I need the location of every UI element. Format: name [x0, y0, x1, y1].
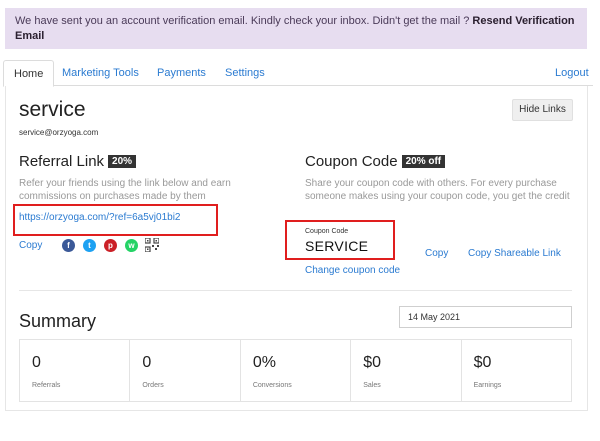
coupon-section-title: Coupon Code 20% off [305, 153, 446, 170]
stat-label: Sales [363, 382, 381, 389]
logout-link[interactable]: Logout [555, 60, 589, 87]
coupon-code-value: SERVICE [305, 238, 369, 254]
whatsapp-icon[interactable]: w [125, 239, 138, 252]
stat-value: 0 [32, 354, 41, 371]
referral-section-title: Referral Link 20% [19, 153, 137, 170]
pinterest-icon[interactable]: p [104, 239, 117, 252]
coupon-code-label: Coupon Code [305, 228, 349, 235]
twitter-icon[interactable]: t [83, 239, 96, 252]
referral-badge: 20% [108, 155, 137, 168]
tab-bar: Home Marketing Tools Payments Settings L… [3, 60, 593, 87]
coupon-description: Share your coupon code with others. For … [305, 178, 570, 202]
section-divider [19, 290, 572, 291]
stat-conversions: 0% Conversions [241, 340, 352, 401]
stat-earnings: $0 Earnings [462, 340, 571, 401]
coupon-title: Coupon Code [305, 153, 398, 170]
tab-marketing-tools[interactable]: Marketing Tools [62, 60, 139, 87]
change-coupon-code-link[interactable]: Change coupon code [305, 265, 400, 276]
stat-orders: 0 Orders [130, 340, 241, 401]
stat-label: Orders [142, 382, 164, 389]
stat-value: $0 [363, 354, 382, 371]
stat-referrals: 0 Referrals [20, 340, 131, 401]
stat-sales: $0 Sales [351, 340, 462, 401]
stat-label: Conversions [252, 382, 292, 389]
summary-date-picker[interactable]: 14 May 2021 [399, 306, 572, 328]
hide-links-button[interactable]: Hide Links [512, 99, 573, 121]
tab-home[interactable]: Home [3, 60, 55, 87]
account-email: service@orzyoga.com [19, 128, 99, 137]
tab-payments[interactable]: Payments [157, 60, 206, 87]
stat-value: 0% [252, 354, 276, 371]
copy-coupon-button[interactable]: Copy [425, 248, 448, 259]
tab-settings[interactable]: Settings [225, 60, 265, 87]
banner-text: We have sent you an account verification… [15, 15, 470, 27]
referral-description: Refer your friends using the link below … [19, 178, 231, 202]
account-name: service [19, 98, 86, 121]
summary-stats: 0 Referrals 0 Orders 0% Conversions $0 S… [19, 339, 572, 402]
copy-referral-link-button[interactable]: Copy [19, 240, 42, 251]
referral-title: Referral Link [19, 153, 105, 170]
stat-label: Referrals [32, 382, 61, 389]
facebook-icon[interactable]: f [62, 239, 75, 252]
copy-shareable-link-button[interactable]: Copy Shareable Link [468, 248, 561, 259]
stat-label: Earnings [473, 382, 502, 389]
verification-banner: We have sent you an account verification… [5, 8, 587, 49]
summary-title: Summary [19, 311, 97, 331]
stat-value: $0 [473, 354, 492, 371]
qr-code-icon[interactable] [145, 238, 159, 252]
referral-link[interactable]: https://orzyoga.com/?ref=6a5vj01bi2 [19, 212, 180, 223]
coupon-badge: 20% off [401, 155, 446, 168]
stat-value: 0 [142, 354, 152, 371]
